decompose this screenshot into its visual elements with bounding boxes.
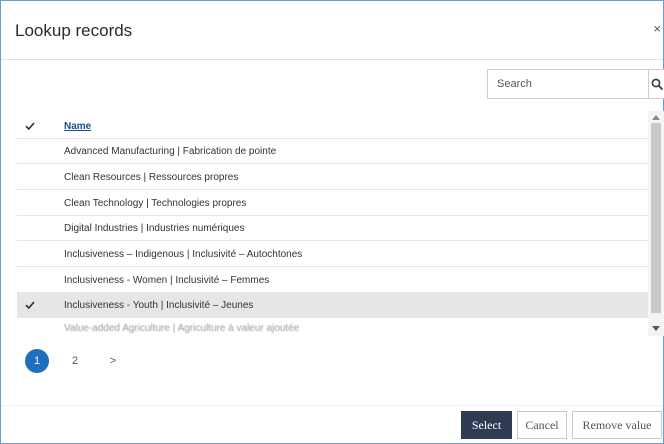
table-row[interactable]: Clean Technology | Technologies propres — [17, 191, 648, 216]
close-icon[interactable]: × — [653, 21, 661, 36]
row-name: Inclusiveness - Women | Inclusivité – Fe… — [64, 275, 270, 286]
cancel-button[interactable]: Cancel — [517, 411, 567, 439]
page-2-button[interactable]: 2 — [63, 349, 87, 373]
page-1-button[interactable]: 1 — [25, 349, 49, 373]
scrollbar-thumb[interactable] — [651, 123, 661, 313]
row-name: Advanced Manufacturing | Fabrication de … — [64, 146, 277, 157]
table-row[interactable]: Inclusiveness – Indigenous | Inclusivité… — [17, 242, 648, 267]
checkmark-icon[interactable] — [25, 300, 35, 310]
search-icon — [651, 78, 663, 90]
scroll-down-arrow-icon[interactable] — [652, 326, 660, 331]
lookup-records-dialog: Lookup records × Name Advanced Manufactu… — [0, 0, 664, 444]
row-name: Clean Resources | Ressources propres — [64, 172, 239, 183]
dialog-title: Lookup records — [15, 21, 133, 40]
column-header-name[interactable]: Name — [64, 121, 91, 132]
row-name: Inclusiveness - Youth | Inclusivité – Je… — [64, 300, 254, 311]
table-row[interactable]: Inclusiveness - Youth | Inclusivité – Je… — [17, 293, 648, 318]
table-row[interactable]: Value-added Agriculture | Agriculture à … — [17, 320, 648, 334]
row-name: Inclusiveness – Indigenous | Inclusivité… — [64, 249, 303, 260]
search-input[interactable] — [488, 70, 648, 98]
row-name: Digital Industries | Industries numériqu… — [64, 223, 245, 234]
footer-divider — [1, 405, 663, 406]
select-button[interactable]: Select — [461, 411, 512, 439]
column-header-row: Name — [17, 114, 648, 139]
table-row[interactable]: Clean Resources | Ressources propres — [17, 165, 648, 190]
row-name: Value-added Agriculture | Agriculture à … — [64, 323, 300, 334]
table-row[interactable]: Inclusiveness - Women | Inclusivité – Fe… — [17, 268, 648, 293]
row-name: Clean Technology | Technologies propres — [64, 198, 247, 209]
records-grid: Name Advanced Manufacturing | Fabricatio… — [17, 111, 664, 336]
table-row[interactable]: Advanced Manufacturing | Fabrication de … — [17, 139, 648, 164]
next-page-button[interactable]: > — [101, 349, 125, 373]
search-button[interactable] — [648, 70, 664, 98]
select-all-checkmark-icon[interactable] — [25, 121, 35, 131]
scroll-up-arrow-icon[interactable] — [652, 115, 660, 120]
remove-value-button[interactable]: Remove value — [572, 411, 662, 439]
search-box — [487, 69, 664, 99]
dialog-header: Lookup records × — [1, 1, 663, 60]
grid-scrollbar[interactable] — [648, 111, 664, 336]
table-row[interactable]: Digital Industries | Industries numériqu… — [17, 216, 648, 241]
pagination: 1 2 > — [25, 349, 139, 373]
